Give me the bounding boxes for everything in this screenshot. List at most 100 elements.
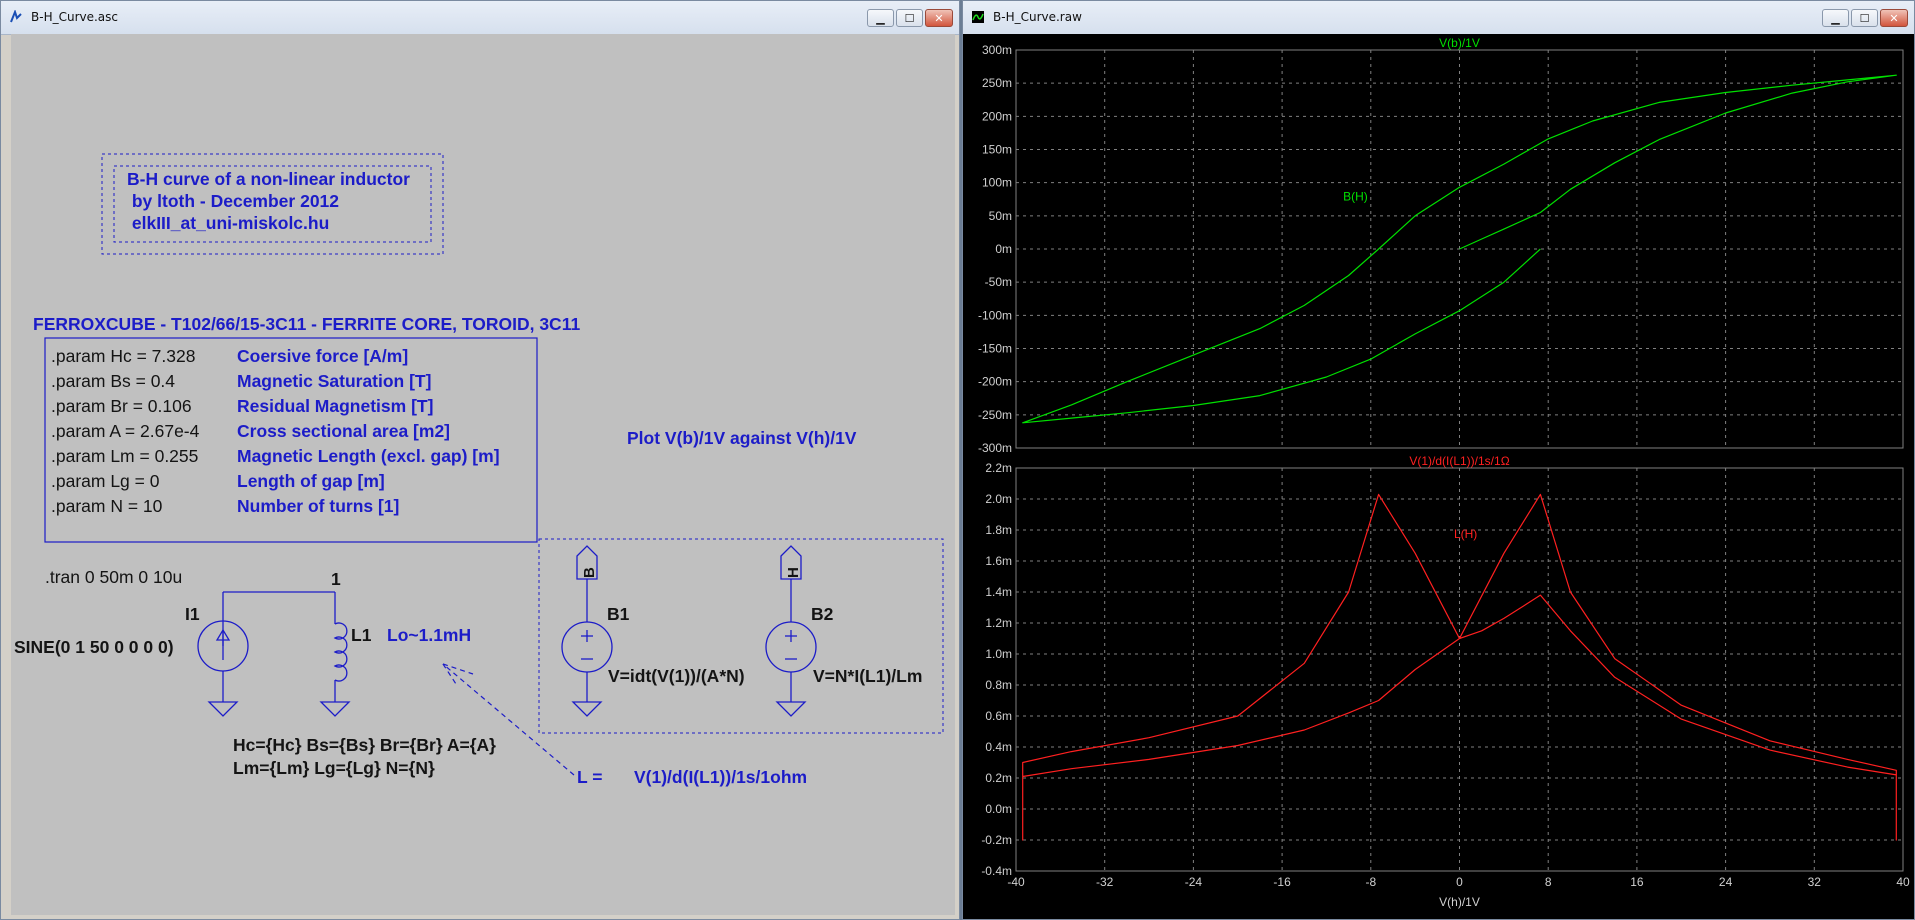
y-tick-label: 1.8m <box>985 523 1012 537</box>
y-tick-label: -100m <box>978 308 1012 322</box>
param-desc: Number of turns [1] <box>237 496 400 516</box>
y-tick-label: 100m <box>982 176 1012 190</box>
minimize-icon: ▁ <box>876 11 885 25</box>
param-desc: Coersive force [A/m] <box>237 346 409 366</box>
l1-attr-2: Lm={Lm} Lg={Lg} N={N} <box>233 758 435 778</box>
trace-label: L(H) <box>1454 527 1477 541</box>
y-tick-label: -0.2m <box>981 833 1012 847</box>
y-tick-label: -300m <box>978 441 1012 455</box>
y-tick-label: 0.8m <box>985 678 1012 692</box>
y-tick-label: -200m <box>978 375 1012 389</box>
x-tick-label: -32 <box>1096 875 1114 889</box>
schematic-canvas[interactable]: B-H curve of a non-linear inductor by lt… <box>11 34 955 915</box>
minimize-button[interactable]: ▁ <box>1822 9 1849 27</box>
ltspice-schematic-icon <box>10 10 22 23</box>
i1-value: SINE(0 1 50 0 0 0 0) <box>14 637 174 657</box>
current-source-i1 <box>197 591 336 717</box>
param-desc: Cross sectional area [m2] <box>237 421 451 441</box>
y-tick-label: 2.2m <box>985 461 1012 475</box>
x-tick-label: -24 <box>1185 875 1203 889</box>
param-desc: Length of gap [m] <box>237 471 385 491</box>
x-axis-label: V(h)/1V <box>1439 895 1480 909</box>
x-tick-label: 0 <box>1456 875 1463 889</box>
param-code: .param Lm = 0.255 <box>51 446 199 466</box>
y-tick-label: 2.0m <box>985 492 1012 506</box>
param-code: .param N = 10 <box>51 496 163 516</box>
param-code: .param A = 2.67e-4 <box>51 421 200 441</box>
pane-title: V(1)/d(I(L1))/1s/1Ω <box>1409 454 1509 468</box>
y-tick-label: 1.4m <box>985 585 1012 599</box>
y-tick-label: 1.6m <box>985 554 1012 568</box>
comment-line-3: elkIII_at_uni-miskolc.hu <box>127 213 330 233</box>
y-tick-label: 0.2m <box>985 771 1012 785</box>
waveform-window: B-H_Curve.raw ▁ ☐ ✕ 300m 250m 200m 150m 100m… <box>962 0 1915 920</box>
param-code: .param Hc = 7.328 <box>51 346 196 366</box>
minimize-icon: ▁ <box>1831 11 1840 25</box>
node-label-1: 1 <box>331 569 341 589</box>
param-desc: Magnetic Saturation [T] <box>237 371 432 391</box>
schematic-window: B-H_Curve.asc ▁ ☐ ✕ B-H curve of a non-l… <box>0 0 960 920</box>
core-title: FERROXCUBE - T102/66/15-3C11 - FERRITE C… <box>33 314 581 334</box>
param-code: .param Br = 0.106 <box>51 396 192 416</box>
close-button[interactable]: ✕ <box>925 9 953 27</box>
y-tick-label: 150m <box>982 143 1012 157</box>
l1-attr-1: Hc={Hc} Bs={Bs} Br={Br} A={A} <box>233 735 496 755</box>
b1-name: B1 <box>607 604 630 624</box>
waveform-icon <box>972 11 984 23</box>
waveform-window-title: B-H_Curve.raw <box>993 10 1082 24</box>
maximize-button[interactable]: ☐ <box>896 9 923 27</box>
close-icon: ✕ <box>1889 11 1899 25</box>
param-desc: Magnetic Length (excl. gap) [m] <box>237 446 500 466</box>
waveform-titlebar[interactable]: B-H_Curve.raw ▁ ☐ ✕ <box>963 1 1914 35</box>
b1-node-label: B <box>581 567 598 578</box>
y-tick-label: -150m <box>978 342 1012 356</box>
y-tick-label: 1.2m <box>985 616 1012 630</box>
arrow-l-eq <box>442 663 575 776</box>
y-tick-label: 200m <box>982 109 1012 123</box>
comment-line-2: by ltoth - December 2012 <box>127 191 340 211</box>
maximize-button[interactable]: ☐ <box>1851 9 1878 27</box>
close-button[interactable]: ✕ <box>1880 9 1908 27</box>
y-tick-label: -50m <box>985 275 1012 289</box>
x-tick-label: 24 <box>1719 875 1733 889</box>
y-tick-label: 1.0m <box>985 647 1012 661</box>
minimize-button[interactable]: ▁ <box>867 9 894 27</box>
param-desc: Residual Magnetism [T] <box>237 396 434 416</box>
y-tick-label: 0.4m <box>985 740 1012 754</box>
param-code: .param Lg = 0 <box>51 471 160 491</box>
b1-expression: V=idt(V(1))/(A*N) <box>608 666 745 686</box>
schematic-titlebar[interactable]: B-H_Curve.asc ▁ ☐ ✕ <box>1 1 959 35</box>
l1-note: Lo~1.1mH <box>387 625 472 645</box>
maximize-icon: ☐ <box>904 11 915 25</box>
x-tick-label: 8 <box>1545 875 1552 889</box>
close-icon: ✕ <box>934 11 944 25</box>
x-tick-label: -40 <box>1007 875 1025 889</box>
b2-name: B2 <box>811 604 834 624</box>
x-tick-label: -16 <box>1273 875 1291 889</box>
schematic-window-title: B-H_Curve.asc <box>31 10 119 24</box>
comment-line-1: B-H curve of a non-linear inductor <box>127 169 410 189</box>
x-tick-label: 32 <box>1808 875 1822 889</box>
y-tick-label: 0.6m <box>985 709 1012 723</box>
l-eq-expression: V(1)/d(I(L1))/1s/1ohm <box>634 767 808 787</box>
y-tick-label: 50m <box>989 209 1012 223</box>
y-tick-label: 250m <box>982 76 1012 90</box>
x-tick-label: -8 <box>1365 875 1376 889</box>
trace-label: B(H) <box>1343 190 1368 204</box>
y-tick-label: 0.0m <box>985 802 1012 816</box>
y-tick-label: -250m <box>978 408 1012 422</box>
waveform-plot[interactable]: 300m 250m 200m 150m 100m 50m 0m -50m -100m -150m -… <box>963 34 1914 919</box>
y-tick-label: 300m <box>982 43 1012 57</box>
b2-expression: V=N*I(L1)/Lm <box>813 666 923 686</box>
l1-name: L1 <box>351 625 372 645</box>
plot-note: Plot V(b)/1V against V(h)/1V <box>627 428 857 448</box>
y-tick-label: 0m <box>995 242 1012 256</box>
param-code: .param Bs = 0.4 <box>51 371 176 391</box>
l-eq-label: L = <box>577 767 603 787</box>
x-tick-label: 16 <box>1630 875 1644 889</box>
maximize-icon: ☐ <box>1859 11 1870 25</box>
x-tick-label: 40 <box>1896 875 1910 889</box>
b2-node-label: H <box>785 567 802 578</box>
inductor-l1 <box>319 616 351 717</box>
i1-name: I1 <box>185 604 200 624</box>
